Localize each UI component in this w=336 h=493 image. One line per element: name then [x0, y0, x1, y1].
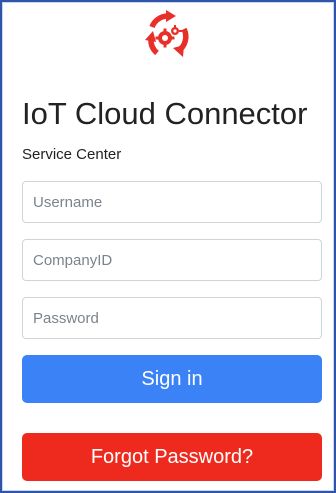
password-field[interactable] — [22, 297, 322, 339]
page-subtitle: Service Center — [22, 146, 122, 163]
forgot-password-button[interactable]: Forgot Password? — [22, 433, 322, 481]
sign-in-label: Sign in — [141, 367, 203, 390]
login-window: IoT Cloud Connector Service Center Sign … — [0, 0, 336, 493]
cloud-sync-gear-icon — [145, 10, 189, 57]
forgot-password-label: Forgot Password? — [90, 445, 254, 468]
username-field[interactable] — [22, 181, 322, 223]
sign-in-button[interactable]: Sign in — [22, 355, 322, 403]
page-title: IoT Cloud Connector — [22, 96, 308, 131]
companyid-field[interactable] — [22, 239, 322, 281]
